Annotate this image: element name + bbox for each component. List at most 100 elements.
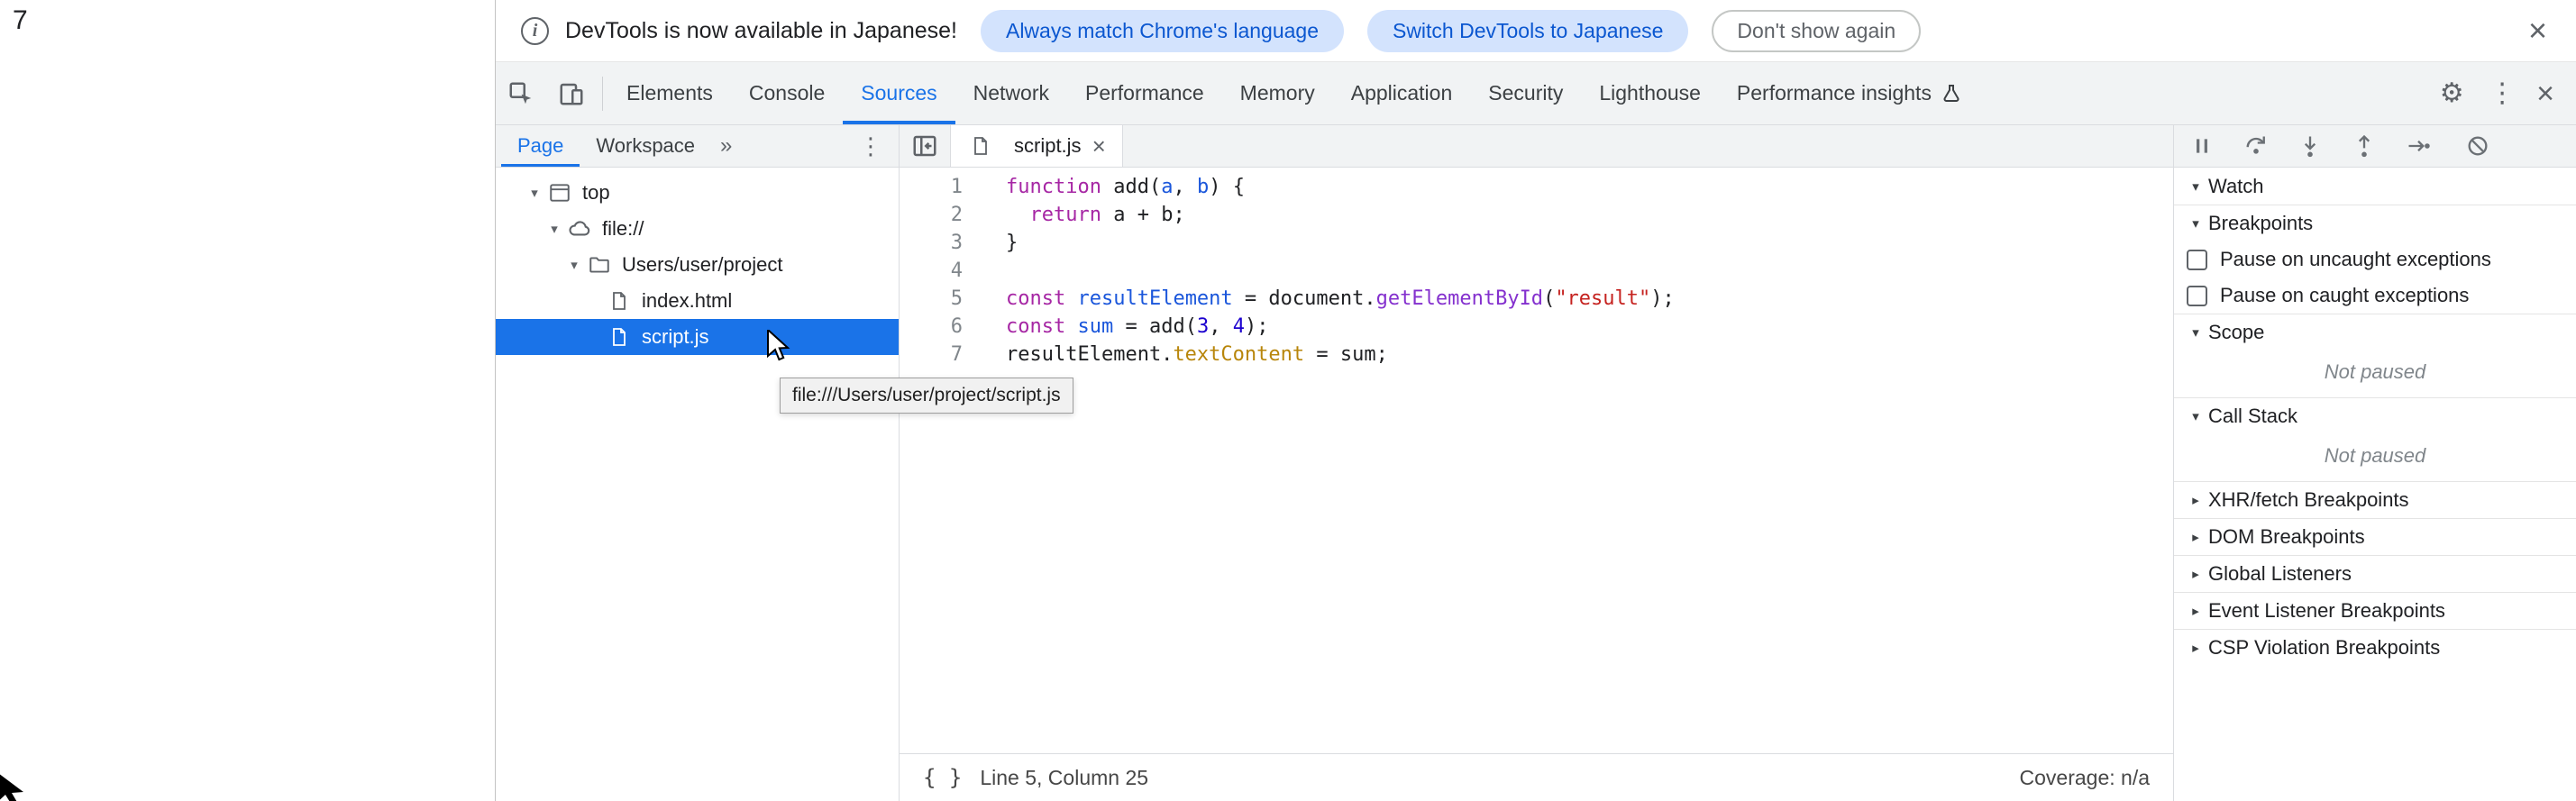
tab-performance-insights[interactable]: Performance insights (1719, 62, 1980, 124)
section-label: CSP Violation Breakpoints (2208, 636, 2440, 660)
checkbox-unchecked[interactable] (2187, 286, 2207, 306)
line-number[interactable]: 5 (900, 285, 963, 313)
disclosure-triangle-icon[interactable]: ▾ (523, 185, 546, 201)
code-line-5[interactable]: const resultElement = document.getElemen… (1006, 285, 2173, 313)
step-into-icon[interactable] (2297, 132, 2324, 159)
option-pause-on-caught-exceptions[interactable]: Pause on caught exceptions (2174, 278, 2576, 314)
line-number[interactable]: 6 (900, 313, 963, 341)
tab-performance[interactable]: Performance (1067, 62, 1222, 124)
tab-label: Security (1488, 81, 1563, 105)
switch-devtools-japanese-button[interactable]: Switch DevTools to Japanese (1367, 10, 1688, 52)
main-tabs: ElementsConsoleSourcesNetworkPerformance… (608, 62, 1980, 124)
section-header-watch[interactable]: ▾Watch (2174, 168, 2576, 205)
more-tabs-icon[interactable]: » (711, 133, 741, 159)
disclosure-triangle-icon: ▾ (2183, 178, 2208, 195)
debugger-toolbar (2174, 125, 2576, 168)
line-number[interactable]: 7 (900, 341, 963, 369)
mouse-cursor-icon (766, 330, 797, 362)
tab-label: Performance insights (1737, 81, 1932, 105)
section-header-scope[interactable]: ▾Scope (2174, 314, 2576, 350)
tab-sources[interactable]: Sources (843, 62, 955, 124)
tab-console[interactable]: Console (731, 62, 843, 124)
section-header-dom-breakpoints[interactable]: ▸DOM Breakpoints (2174, 518, 2576, 555)
editor-tab-script-js[interactable]: script.js × (950, 125, 1123, 167)
tab-label: Console (749, 81, 825, 105)
line-number[interactable]: 4 (900, 257, 963, 285)
disclosure-triangle-icon: ▾ (2183, 215, 2208, 232)
file-tree: ▾top▾file://▾Users/user/projectindex.htm… (496, 168, 899, 801)
screenshot-root: 7 i DevTools is now available in Japanes… (0, 0, 2576, 801)
infobar-message: DevTools is now available in Japanese! (565, 18, 957, 44)
code-line-6[interactable]: const sum = add(3, 4); (1006, 313, 2173, 341)
file-icon (606, 287, 633, 314)
section-header-xhr-fetch-breakpoints[interactable]: ▸XHR/fetch Breakpoints (2174, 481, 2576, 518)
device-toolbar-icon[interactable] (546, 62, 597, 124)
tab-label: Memory (1240, 81, 1315, 105)
code-line-4[interactable] (1006, 257, 2173, 285)
section-header-call-stack[interactable]: ▾Call Stack (2174, 397, 2576, 434)
dont-show-again-button[interactable]: Don't show again (1712, 10, 1921, 52)
tab-close-icon[interactable]: × (1092, 134, 1106, 158)
more-options-kebab-icon[interactable]: ⋮ (2477, 62, 2527, 124)
tree-item-users-user-project[interactable]: ▾Users/user/project (496, 247, 899, 283)
tree-item-index-html[interactable]: index.html (496, 283, 899, 319)
disclosure-triangle-icon: ▾ (2183, 408, 2208, 424)
tree-item-top[interactable]: ▾top (496, 175, 899, 211)
page-result-text: 7 (13, 5, 28, 36)
settings-gear-icon[interactable]: ⚙ (2426, 62, 2477, 124)
navigator-tabs: PageWorkspace» ⋮ (496, 125, 899, 168)
pretty-print-icon[interactable]: { } (923, 765, 962, 790)
line-number[interactable]: 1 (900, 173, 963, 201)
tab-application[interactable]: Application (1333, 62, 1471, 124)
code-line-7[interactable]: resultElement.textContent = sum; (1006, 341, 2173, 369)
line-number[interactable]: 2 (900, 201, 963, 229)
section-label: XHR/fetch Breakpoints (2208, 488, 2409, 512)
info-icon: i (521, 17, 549, 45)
code-content: function add(a, b) { return a + b;} cons… (982, 173, 2173, 753)
line-number[interactable]: 3 (900, 229, 963, 257)
code-line-3[interactable]: } (1006, 229, 2173, 257)
devtools-close-icon[interactable]: × (2527, 78, 2576, 109)
tab-memory[interactable]: Memory (1222, 62, 1333, 124)
browser-page-content: 7 (0, 0, 495, 801)
always-match-language-button[interactable]: Always match Chrome's language (981, 10, 1344, 52)
option-pause-on-uncaught-exceptions[interactable]: Pause on uncaught exceptions (2174, 241, 2576, 278)
disclosure-triangle-icon: ▸ (2183, 603, 2208, 619)
section-label: Event Listener Breakpoints (2208, 599, 2445, 623)
inspect-element-icon[interactable] (496, 62, 546, 124)
step-out-icon[interactable] (2351, 132, 2378, 159)
tree-item-label: script.js (642, 325, 709, 349)
navigator-menu-kebab-icon[interactable]: ⋮ (843, 132, 899, 160)
section-header-csp-violation-breakpoints[interactable]: ▸CSP Violation Breakpoints (2174, 629, 2576, 666)
navigator-tab-workspace[interactable]: Workspace (580, 125, 711, 167)
tab-network[interactable]: Network (955, 62, 1067, 124)
disclosure-triangle-icon[interactable]: ▾ (562, 257, 586, 273)
deactivate-breakpoints-icon[interactable] (2464, 132, 2491, 159)
checkbox-unchecked[interactable] (2187, 250, 2207, 270)
tab-elements[interactable]: Elements (608, 62, 731, 124)
disclosure-triangle-icon[interactable]: ▾ (543, 221, 566, 237)
tab-lighthouse[interactable]: Lighthouse (1581, 62, 1719, 124)
infobar-close-icon[interactable]: × (2525, 14, 2551, 47)
tree-item-script-js[interactable]: script.js (496, 319, 899, 355)
pause-script-icon[interactable] (2188, 132, 2215, 159)
file-icon (967, 132, 994, 159)
code-line-1[interactable]: function add(a, b) { (1006, 173, 2173, 201)
step-over-icon[interactable] (2243, 132, 2270, 159)
checkbox-label: Pause on uncaught exceptions (2220, 248, 2491, 271)
tree-item-file[interactable]: ▾file:// (496, 211, 899, 247)
section-header-breakpoints[interactable]: ▾Breakpoints (2174, 205, 2576, 241)
tab-label: Elements (626, 81, 713, 105)
section-header-event-listener-breakpoints[interactable]: ▸Event Listener Breakpoints (2174, 592, 2576, 629)
toolbar-right-group: ⚙ ⋮ × (2426, 62, 2576, 124)
flask-icon (1941, 83, 1962, 105)
devtools-window: i DevTools is now available in Japanese!… (495, 0, 2576, 801)
toggle-navigator-icon[interactable] (900, 125, 950, 167)
section-label: Call Stack (2208, 405, 2297, 428)
tab-security[interactable]: Security (1470, 62, 1581, 124)
code-line-2[interactable]: return a + b; (1006, 201, 2173, 229)
step-icon[interactable] (2405, 132, 2432, 159)
section-header-global-listeners[interactable]: ▸Global Listeners (2174, 555, 2576, 592)
navigator-tab-page[interactable]: Page (501, 125, 580, 167)
checkbox-label: Pause on caught exceptions (2220, 284, 2469, 307)
